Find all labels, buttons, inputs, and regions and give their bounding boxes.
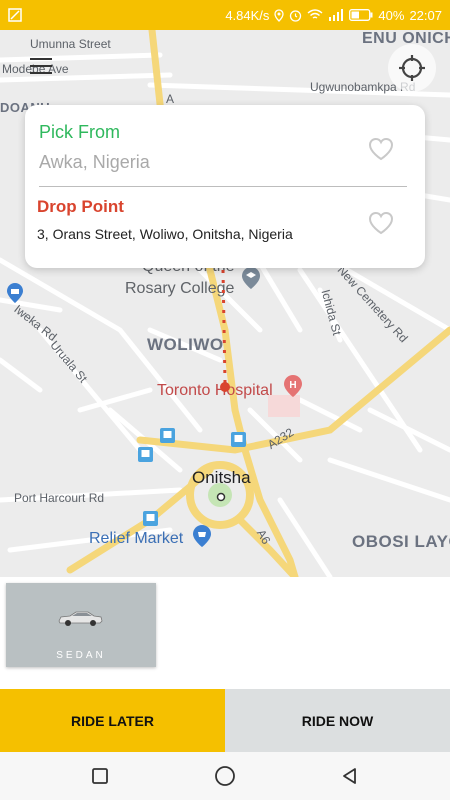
school-pin-icon: [241, 266, 261, 295]
hospital-pin-icon: H: [283, 374, 303, 403]
clock: 22:07: [409, 7, 442, 23]
map-label-onitsha: Onitsha: [192, 468, 251, 487]
location-icon: [274, 8, 285, 22]
drop-point-field[interactable]: 3, Orans Street, Woliwo, Onitsha, Nigeri…: [37, 226, 293, 242]
alarm-icon: [289, 9, 302, 22]
vehicle-label: SEDAN: [56, 650, 106, 661]
ride-now-button[interactable]: RIDE NOW: [225, 689, 450, 752]
my-location-button[interactable]: [388, 44, 436, 92]
bus-stop-icon: [143, 511, 158, 531]
bus-stop-icon: [138, 447, 153, 467]
bus-stop-icon: [160, 428, 175, 448]
favorite-drop-heart-icon[interactable]: [368, 211, 394, 235]
bus-stop-icon: [231, 432, 246, 452]
pickup-marker-icon: [216, 489, 226, 507]
vehicle-option-sedan[interactable]: SEDAN: [6, 583, 156, 667]
battery-icon: [349, 9, 373, 21]
route-line: [220, 269, 230, 392]
menu-icon[interactable]: [30, 58, 52, 76]
wifi-icon: [307, 9, 323, 21]
ride-later-button[interactable]: RIDE LATER: [0, 689, 225, 752]
home-icon[interactable]: [214, 765, 236, 787]
back-icon[interactable]: [340, 766, 360, 786]
map-label-obosi: OBOSI LAYO: [352, 532, 450, 551]
pick-from-field[interactable]: Awka, Nigeria: [39, 152, 150, 173]
map-label-umunna-street: Umunna Street: [30, 37, 111, 51]
sedan-car-icon: [56, 609, 104, 632]
svg-text:H: H: [289, 380, 296, 391]
status-indicators: 4.84K/s 40% 22:07: [225, 0, 442, 30]
pick-from-label: Pick From: [39, 122, 120, 142]
screenshot-notification-icon: [8, 8, 22, 22]
network-speed: 4.84K/s: [225, 7, 270, 23]
signal-icon: [328, 9, 344, 21]
favorite-pick-heart-icon[interactable]: [368, 137, 394, 161]
map-label-woliwo: WOLIWO: [147, 335, 224, 354]
battery-percent: 40%: [378, 7, 405, 23]
recent-apps-icon[interactable]: [90, 766, 110, 786]
drop-point-label: Drop Point: [37, 197, 124, 216]
crosshair-icon: [399, 55, 425, 81]
status-bar: 4.84K/s 40% 22:07: [0, 0, 450, 30]
map-label-port-harcourt-rd: Port Harcourt Rd: [14, 491, 105, 505]
map-label-road-a: A: [166, 92, 175, 106]
location-card: Pick From Awka, Nigeria Drop Point 3, Or…: [25, 105, 425, 268]
card-divider: [39, 186, 407, 187]
map-label-relief-market: Relief Market: [89, 530, 184, 547]
shopping-pin-icon: [192, 524, 212, 553]
vehicle-selector: SEDAN: [0, 577, 450, 689]
navigation-bar: [0, 752, 450, 800]
bank-pin-icon: [6, 282, 24, 309]
